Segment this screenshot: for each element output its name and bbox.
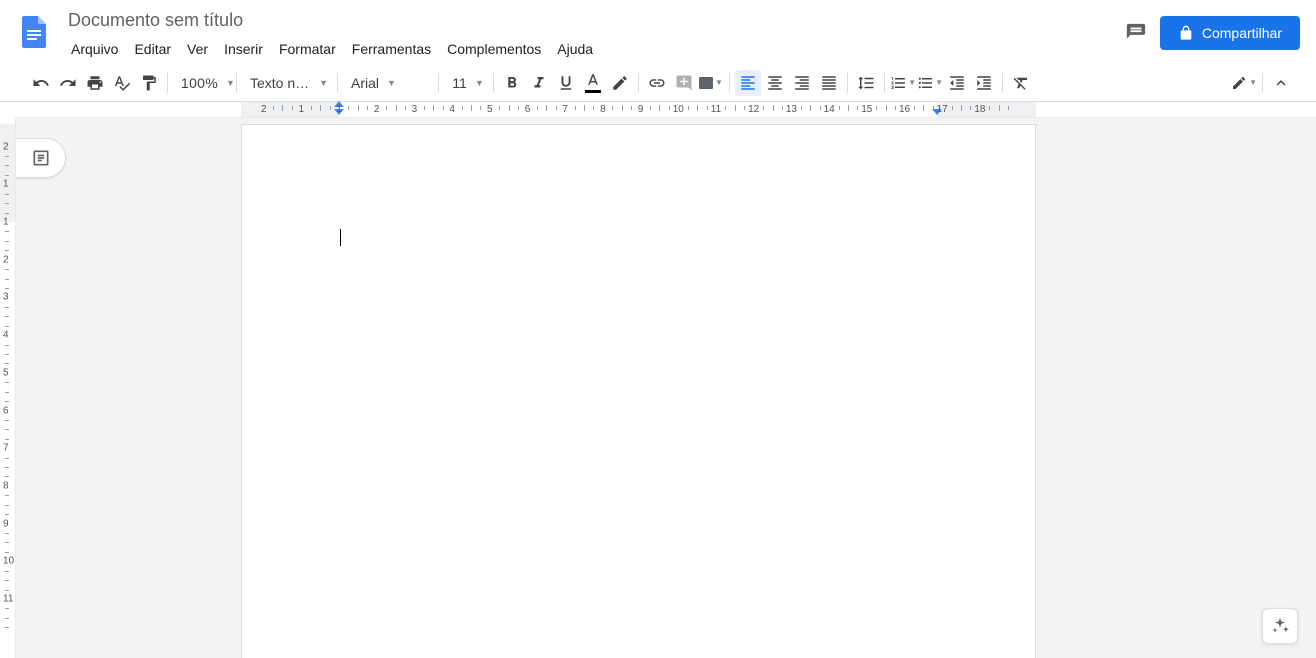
highlight-button[interactable]	[607, 70, 633, 96]
chevron-down-icon: ▼	[387, 78, 396, 88]
chevron-down-icon: ▼	[908, 78, 916, 87]
italic-button[interactable]	[526, 70, 552, 96]
separator	[729, 73, 730, 93]
separator	[236, 73, 237, 93]
toolbar: 100%▼ Texto norm...▼ Arial▼ 11▼ ▼ ▼ ▼ ▼	[0, 64, 1316, 102]
zoom-dropdown[interactable]: 100%▼	[173, 70, 231, 96]
separator	[438, 73, 439, 93]
undo-button[interactable]	[28, 70, 54, 96]
collapse-toolbar-button[interactable]	[1268, 70, 1294, 96]
outline-toggle-button[interactable]	[16, 138, 66, 178]
style-dropdown[interactable]: Texto norm...▼	[242, 70, 332, 96]
separator	[337, 73, 338, 93]
bold-button[interactable]	[499, 70, 525, 96]
underline-button[interactable]	[553, 70, 579, 96]
insert-link-button[interactable]	[644, 70, 670, 96]
numbered-list-button[interactable]: ▼	[890, 70, 916, 96]
chevron-down-icon: ▼	[226, 78, 235, 88]
separator	[884, 73, 885, 93]
lock-icon	[1178, 25, 1194, 41]
text-cursor	[340, 229, 341, 246]
paint-format-button[interactable]	[136, 70, 162, 96]
chevron-down-icon: ▼	[935, 78, 943, 87]
image-icon	[699, 77, 713, 89]
menu-ver[interactable]: Ver	[180, 37, 215, 61]
chevron-down-icon: ▼	[475, 78, 484, 88]
separator	[847, 73, 848, 93]
text-color-button[interactable]	[580, 70, 606, 96]
clear-formatting-button[interactable]	[1008, 70, 1034, 96]
separator	[167, 73, 168, 93]
line-spacing-button[interactable]	[853, 70, 879, 96]
document-canvas[interactable]	[16, 118, 1316, 658]
docs-logo[interactable]	[16, 14, 56, 54]
menu-formatar[interactable]: Formatar	[272, 37, 343, 61]
align-left-button[interactable]	[735, 70, 761, 96]
menu-ajuda[interactable]: Ajuda	[550, 37, 600, 61]
doc-title[interactable]: Documento sem título	[62, 8, 1124, 33]
explore-button[interactable]	[1262, 608, 1298, 644]
redo-button[interactable]	[55, 70, 81, 96]
editing-mode-button[interactable]: ▼	[1231, 70, 1257, 96]
increase-indent-button[interactable]	[971, 70, 997, 96]
font-size-dropdown[interactable]: 11▼	[444, 70, 488, 96]
separator	[638, 73, 639, 93]
chevron-down-icon: ▼	[715, 78, 723, 87]
menu-editar[interactable]: Editar	[127, 37, 178, 61]
bulleted-list-button[interactable]: ▼	[917, 70, 943, 96]
separator	[493, 73, 494, 93]
font-dropdown[interactable]: Arial▼	[343, 70, 433, 96]
decrease-indent-button[interactable]	[944, 70, 970, 96]
chevron-down-icon: ▼	[1249, 78, 1257, 87]
chevron-down-icon: ▼	[319, 78, 328, 88]
insert-image-button[interactable]: ▼	[698, 70, 724, 96]
menu-bar: Arquivo Editar Ver Inserir Formatar Ferr…	[64, 37, 1124, 61]
menu-ferramentas[interactable]: Ferramentas	[345, 37, 438, 61]
spellcheck-button[interactable]	[109, 70, 135, 96]
separator	[1002, 73, 1003, 93]
vertical-ruler[interactable]: 211234567891011	[0, 118, 16, 658]
align-justify-button[interactable]	[816, 70, 842, 96]
separator	[1262, 73, 1263, 93]
menu-inserir[interactable]: Inserir	[217, 37, 270, 61]
insert-comment-button[interactable]	[671, 70, 697, 96]
align-center-button[interactable]	[762, 70, 788, 96]
menu-complementos[interactable]: Complementos	[440, 37, 548, 61]
align-right-button[interactable]	[789, 70, 815, 96]
horizontal-ruler[interactable]: 21123456789101112131415161718	[16, 102, 1316, 118]
share-button[interactable]: Compartilhar	[1160, 16, 1300, 50]
document-page[interactable]	[241, 124, 1036, 658]
share-label: Compartilhar	[1202, 25, 1282, 41]
comments-icon[interactable]	[1124, 21, 1148, 45]
print-button[interactable]	[82, 70, 108, 96]
menu-arquivo[interactable]: Arquivo	[64, 37, 125, 61]
